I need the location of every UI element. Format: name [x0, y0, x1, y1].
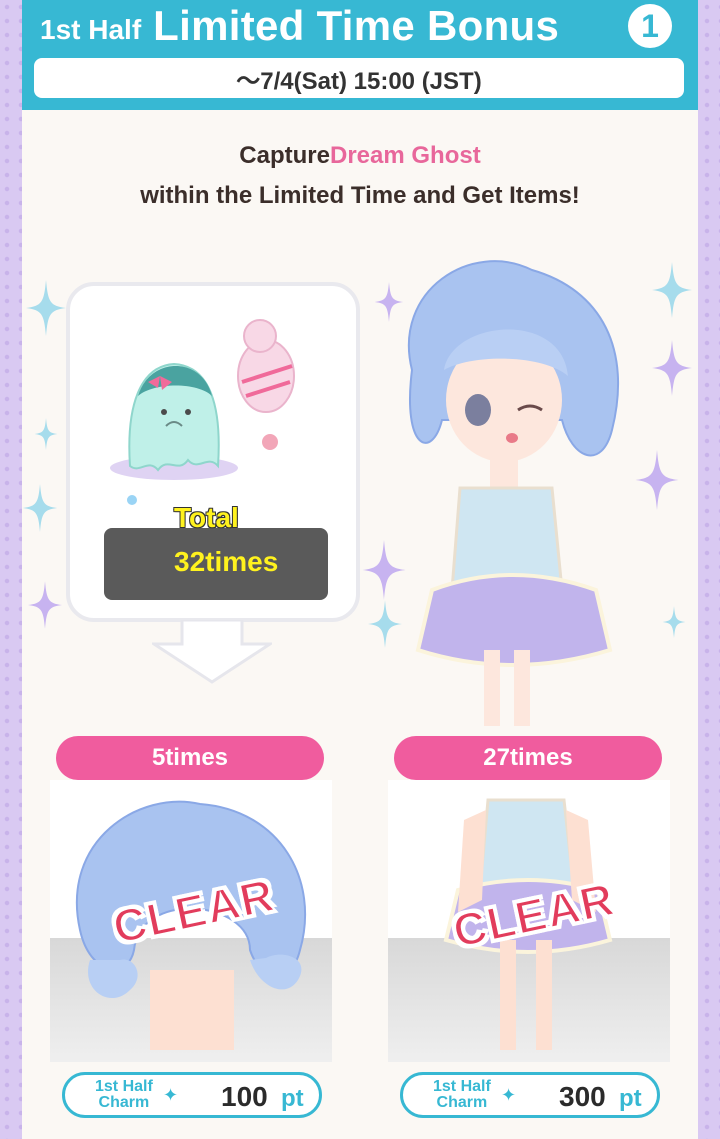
intro-line-2: within the Limited Time and Get Items! [140, 182, 580, 209]
intro-text: CaptureDream Ghost within the Limited Ti… [22, 136, 698, 216]
star-icon: ✦ [501, 1085, 517, 1105]
deadline-text: 〜7/4(Sat) 15:00 (JST) [34, 58, 684, 98]
charm-label: 1st Half Charm [433, 1078, 491, 1111]
reward-item-box: CLEAR [50, 780, 332, 1062]
intro-prefix: Capture [239, 142, 330, 169]
points-unit: pt [619, 1085, 642, 1112]
sparkle-icon [34, 418, 58, 450]
intro-line-1: CaptureDream Ghost [22, 136, 698, 176]
target-name: Dream Ghost [329, 142, 481, 169]
sparkle-icon [22, 484, 58, 532]
arrow-down-icon [152, 620, 272, 684]
reward-item-box: CLEAR [388, 780, 670, 1062]
star-icon: ✦ [163, 1085, 179, 1105]
character-avatar [407, 260, 620, 726]
points-value: 300 [559, 1081, 606, 1112]
dream-ghost-icon [110, 319, 295, 505]
sparkle-icon [28, 581, 62, 629]
points-pill: 1st Half Charm ✦ 300 pt [400, 1072, 660, 1118]
sparkle-icon [652, 262, 692, 318]
charm-label: 1st Half Charm [95, 1078, 153, 1111]
total-value: 32times [174, 546, 279, 577]
header-title: 1st Half Limited Time Bonus [40, 2, 559, 50]
header-banner: 1st Half Limited Time Bonus 1 〜7/4(Sat) … [22, 0, 698, 110]
points-pill: 1st Half Charm ✦ 100 pt [62, 1072, 322, 1118]
bonus-number-badge: 1 [628, 4, 672, 48]
sparkle-icon [26, 280, 66, 336]
sparkle-icon [662, 606, 686, 638]
reward-times-tab: 5times [56, 736, 324, 780]
header-subtitle: 1st Half [40, 14, 142, 45]
reward-times-tab: 27times [394, 736, 662, 780]
points-value: 100 [221, 1081, 268, 1112]
bonus-panel: 1st Half Limited Time Bonus 1 〜7/4(Sat) … [22, 0, 698, 1139]
header-main-title: Limited Time Bonus [153, 2, 560, 49]
sparkle-icon [652, 340, 692, 396]
points-unit: pt [281, 1085, 304, 1112]
total-label: Total [174, 502, 239, 533]
